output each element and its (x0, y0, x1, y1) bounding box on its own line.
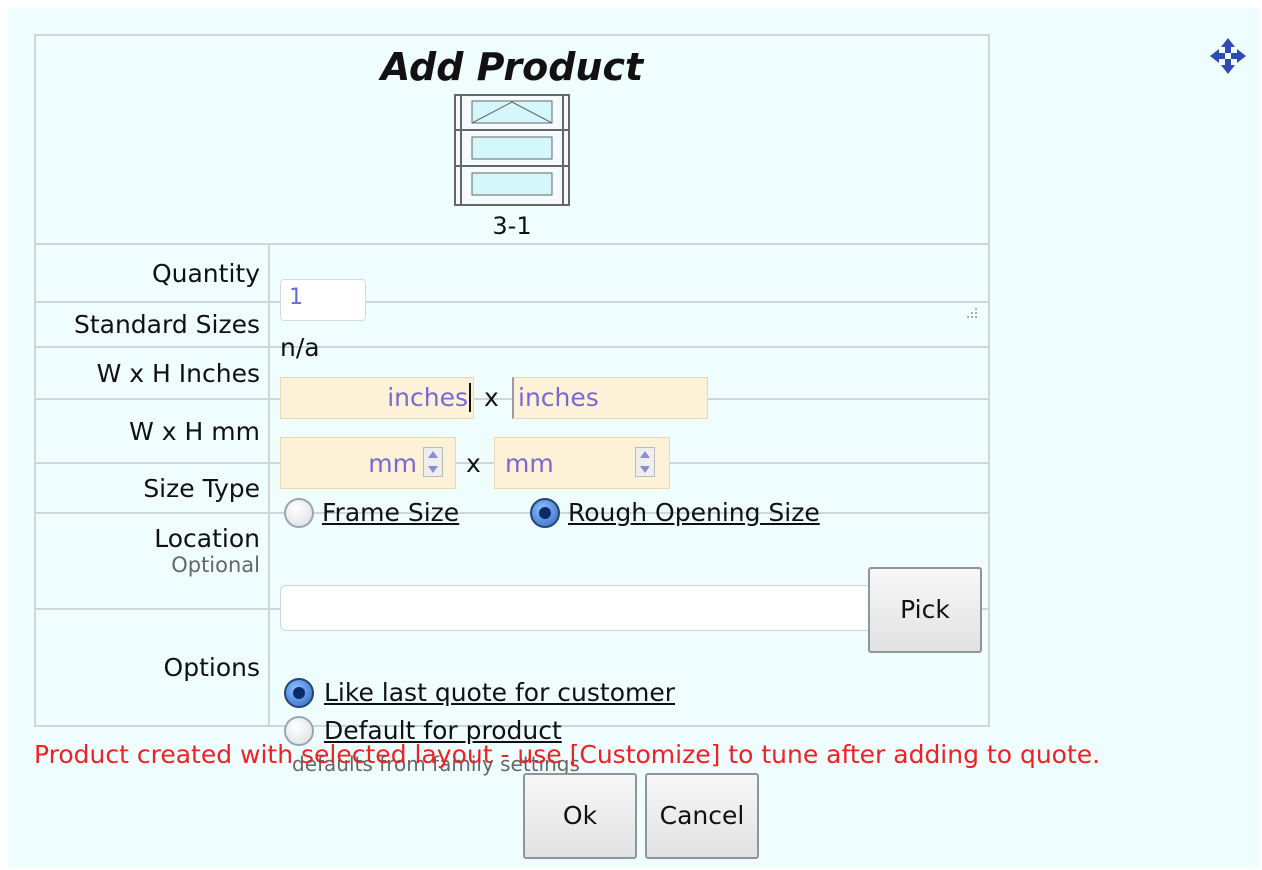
standard-sizes-value: n/a (280, 332, 320, 362)
options-label: Options (34, 608, 270, 727)
width-mm-spinner[interactable] (423, 447, 443, 477)
quantity-label: Quantity (34, 243, 270, 303)
width-inches-input[interactable]: inches (280, 377, 474, 419)
cancel-button[interactable]: Cancel (645, 773, 759, 859)
layout-message: Product created with selected layout - u… (34, 740, 1101, 769)
width-mm-placeholder: mm (368, 449, 417, 478)
frame-size-label[interactable]: Frame Size (322, 498, 459, 527)
height-mm-input[interactable]: mm (494, 437, 670, 489)
height-mm-placeholder: mm (505, 449, 554, 478)
like-last-quote-label[interactable]: Like last quote for customer (324, 678, 675, 707)
resize-grip-icon[interactable] (966, 307, 978, 319)
pick-button[interactable]: Pick (868, 567, 982, 653)
dialog-header: Add Product 3-1 (34, 34, 990, 245)
add-product-dialog: Add Product 3-1 Quantity 1 Standard Size… (8, 8, 1260, 868)
size-type-label: Size Type (34, 462, 270, 514)
location-input[interactable] (280, 585, 870, 631)
location-optional-label: Optional (171, 553, 260, 577)
rough-opening-size-label[interactable]: Rough Opening Size (568, 498, 820, 527)
product-code: 3-1 (492, 212, 532, 240)
quantity-input[interactable]: 1 (280, 279, 366, 321)
height-inches-input[interactable]: inches (512, 377, 708, 419)
inches-separator: x (484, 383, 499, 412)
frame-size-radio[interactable] (284, 498, 314, 528)
height-mm-spinner[interactable] (635, 447, 655, 477)
product-form: Add Product 3-1 Quantity 1 Standard Size… (34, 34, 990, 776)
width-mm-input[interactable]: mm (280, 437, 456, 489)
like-last-quote-radio[interactable] (284, 677, 314, 708)
dialog-title: Add Product (380, 45, 644, 89)
height-inches-placeholder: inches (518, 383, 599, 412)
standard-sizes-label: Standard Sizes (34, 301, 270, 348)
inches-label: W x H Inches (34, 346, 270, 400)
location-label: Location (154, 524, 260, 553)
mm-separator: x (466, 449, 481, 478)
move-arrows-icon[interactable] (1206, 34, 1250, 78)
product-layout-image (454, 94, 570, 206)
width-inches-placeholder: inches (387, 383, 468, 412)
rough-opening-size-radio[interactable] (530, 498, 560, 528)
mm-label: W x H mm (34, 398, 270, 464)
ok-button[interactable]: Ok (523, 773, 637, 859)
location-label-cell: Location Optional (34, 512, 270, 610)
